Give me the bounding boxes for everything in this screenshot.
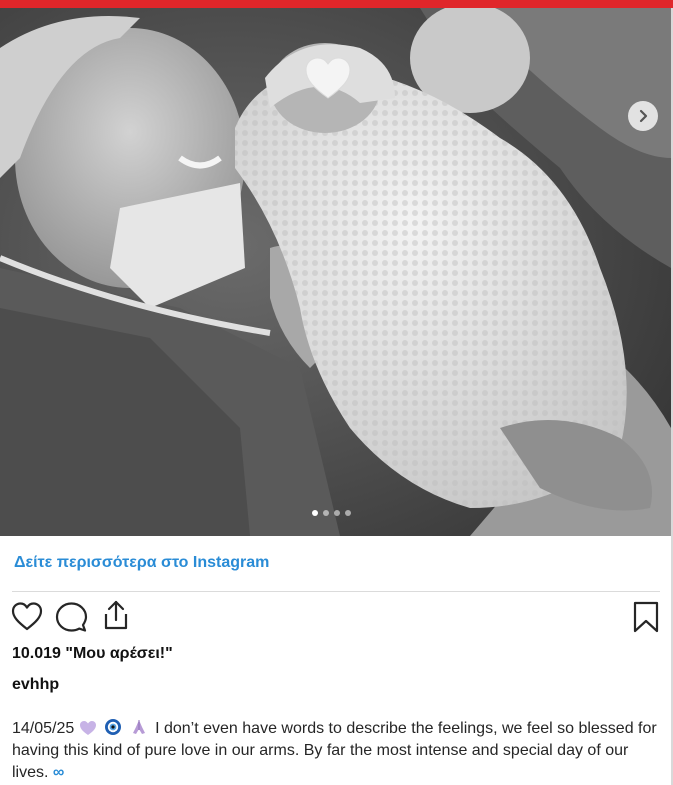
carousel-dot [345,510,351,516]
carousel-dot [334,510,340,516]
heart-outline-icon [11,602,43,631]
share-upload-icon [104,600,128,630]
share-button[interactable] [99,598,133,632]
bookmark-icon [633,601,659,633]
caption-date: 14/05/25 [12,720,75,737]
infinity-symbol: ∞ [52,764,65,781]
save-button[interactable] [629,600,663,634]
comment-button[interactable] [54,600,88,634]
carousel-dot [312,510,318,516]
next-slide-button[interactable] [628,101,658,131]
carousel-dot [323,510,329,516]
speech-bubble-icon [55,602,88,632]
see-more-on-instagram-link[interactable]: Δείτε περισσότερα στο Instagram [14,554,269,572]
carousel-indicator [312,510,351,516]
praying-hands-emoji [132,720,145,734]
post-photo[interactable] [0,8,671,536]
likes-count: 10.019 "Μου αρέσει!" [12,645,173,662]
heart-emoji-overlay [305,57,351,99]
top-accent-bar [0,0,673,8]
like-button[interactable] [10,600,44,634]
purple-heart-emoji [79,721,96,735]
divider [12,591,660,592]
author-username[interactable]: evhhp [12,676,59,694]
post-caption: 14/05/25 I don’t even have words to desc… [12,718,662,784]
nazar-eye-emoji [105,719,122,735]
chevron-right-icon [639,109,648,123]
instagram-embed: Δείτε περισσότερα στο Instagram 10.019 "… [0,8,673,785]
